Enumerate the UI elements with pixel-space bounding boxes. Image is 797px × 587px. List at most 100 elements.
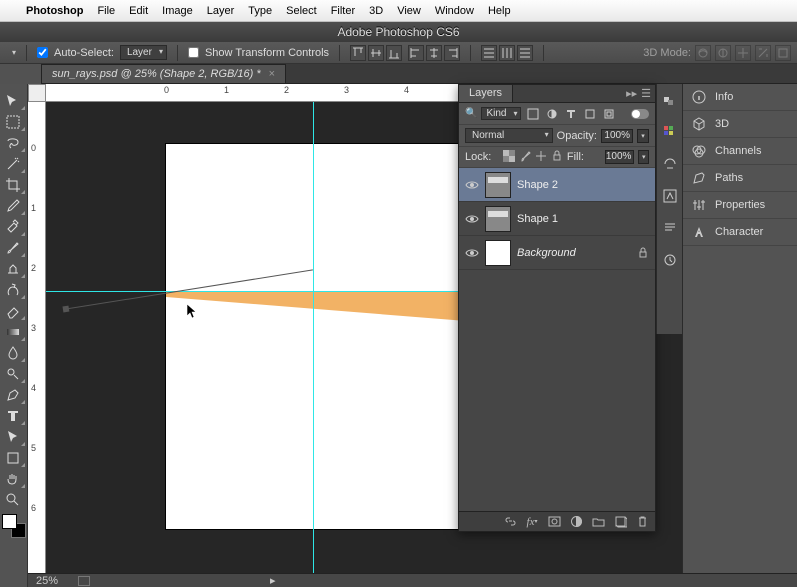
threed-pan-button[interactable] [735, 45, 751, 61]
new-layer-button[interactable] [613, 515, 627, 529]
link-layers-button[interactable] [503, 515, 517, 529]
menu-layer[interactable]: Layer [207, 5, 235, 17]
threed-slide-button[interactable] [755, 45, 771, 61]
close-tab-button[interactable]: × [269, 68, 275, 80]
opacity-dropdown-button[interactable]: ▾ [637, 129, 649, 143]
pen-tool[interactable] [0, 384, 26, 405]
paths-panel-tab[interactable]: Paths [683, 165, 797, 192]
menu-type[interactable]: Type [248, 5, 272, 17]
history-panel-icon[interactable] [660, 250, 680, 270]
filter-pixel-button[interactable] [525, 106, 540, 121]
layer-background[interactable]: Background [459, 236, 655, 270]
align-left-edges-button[interactable] [408, 45, 424, 61]
clone-stamp-tool[interactable] [0, 258, 26, 279]
rectangle-tool[interactable] [0, 447, 26, 468]
filter-shape-button[interactable] [582, 106, 597, 121]
layers-tab[interactable]: Layers [459, 85, 513, 102]
layer-name[interactable]: Background [517, 247, 576, 259]
path-selection-tool[interactable] [0, 426, 26, 447]
filter-smart-button[interactable] [601, 106, 616, 121]
color-panel-icon[interactable] [660, 90, 680, 110]
dodge-tool[interactable] [0, 363, 26, 384]
threed-panel-tab[interactable]: 3D [683, 111, 797, 138]
eyedropper-tool[interactable] [0, 195, 26, 216]
menu-select[interactable]: Select [286, 5, 317, 17]
layer-shape-2[interactable]: Shape 2 [459, 168, 655, 202]
menu-help[interactable]: Help [488, 5, 511, 17]
delete-layer-button[interactable] [635, 515, 649, 529]
align-right-edges-button[interactable] [444, 45, 460, 61]
layer-shape-1[interactable]: Shape 1 [459, 202, 655, 236]
guide-vertical-ext[interactable] [313, 102, 314, 573]
type-tool[interactable] [0, 405, 26, 426]
new-adjustment-button[interactable] [569, 515, 583, 529]
layer-thumbnail[interactable] [485, 172, 511, 198]
menu-view[interactable]: View [397, 5, 421, 17]
color-swatches[interactable] [2, 514, 26, 538]
move-tool[interactable] [0, 90, 26, 111]
menu-filter[interactable]: Filter [331, 5, 355, 17]
align-vcenter-button[interactable] [368, 45, 384, 61]
threed-orbit-button[interactable] [695, 45, 711, 61]
layer-name[interactable]: Shape 2 [517, 179, 558, 191]
distribute-bottom-button[interactable] [517, 45, 533, 61]
lock-position-button[interactable] [535, 150, 547, 164]
new-group-button[interactable] [591, 515, 605, 529]
lock-all-button[interactable] [551, 150, 563, 164]
status-disclosure-button[interactable]: ▸ [270, 574, 276, 587]
panel-menu-button[interactable]: ☰ [641, 87, 651, 100]
align-hcenter-button[interactable] [426, 45, 442, 61]
opacity-field[interactable]: 100% [601, 129, 633, 143]
ruler-vertical[interactable]: 0 1 2 3 4 5 6 [28, 102, 46, 573]
hand-tool[interactable] [0, 468, 26, 489]
character-panel-tab[interactable]: Character [683, 219, 797, 246]
visibility-toggle[interactable] [465, 246, 479, 260]
visibility-toggle[interactable] [465, 178, 479, 192]
history-brush-tool[interactable] [0, 279, 26, 300]
gradient-tool[interactable] [0, 321, 26, 342]
filter-toggle-switch[interactable] [631, 109, 649, 119]
threed-roll-button[interactable] [715, 45, 731, 61]
collapse-panel-button[interactable]: ▸▸ [626, 87, 637, 100]
layer-mask-button[interactable] [547, 515, 561, 529]
app-menu[interactable]: Photoshop [26, 5, 83, 17]
auto-select-checkbox[interactable] [37, 47, 48, 58]
threed-scale-button[interactable] [775, 45, 791, 61]
zoom-tool[interactable] [0, 489, 26, 510]
styles-panel-icon[interactable] [660, 186, 680, 206]
distribute-vcenter-button[interactable] [499, 45, 515, 61]
lock-pixels-button[interactable] [519, 150, 531, 164]
swatches-panel-icon[interactable] [660, 122, 680, 142]
filter-kind-dropdown[interactable]: Kind [481, 107, 521, 120]
magic-wand-tool[interactable] [0, 153, 26, 174]
layer-thumbnail[interactable] [485, 240, 511, 266]
menu-3d[interactable]: 3D [369, 5, 383, 17]
menu-file[interactable]: File [97, 5, 115, 17]
ruler-origin[interactable] [28, 84, 46, 102]
filter-adjust-button[interactable] [544, 106, 559, 121]
info-panel-tab[interactable]: Info [683, 84, 797, 111]
properties-panel-tab[interactable]: Properties [683, 192, 797, 219]
auto-select-mode-dropdown[interactable]: Layer [120, 45, 167, 60]
zoom-level[interactable]: 25% [36, 575, 58, 587]
fill-dropdown-button[interactable]: ▾ [638, 150, 649, 164]
marquee-tool[interactable] [0, 111, 26, 132]
lasso-tool[interactable] [0, 132, 26, 153]
blend-mode-dropdown[interactable]: Normal [465, 128, 553, 143]
distribute-top-button[interactable] [481, 45, 497, 61]
lock-transparency-button[interactable] [503, 150, 515, 164]
filter-type-button[interactable] [563, 106, 578, 121]
layer-style-button[interactable]: fx▾ [525, 515, 539, 529]
brush-tool[interactable] [0, 237, 26, 258]
visibility-toggle[interactable] [465, 212, 479, 226]
doc-info-button[interactable] [78, 576, 90, 586]
foreground-color-swatch[interactable] [2, 514, 17, 529]
layer-thumbnail[interactable] [485, 206, 511, 232]
healing-brush-tool[interactable] [0, 216, 26, 237]
paragraph-panel-icon[interactable] [660, 218, 680, 238]
align-bottom-edges-button[interactable] [386, 45, 402, 61]
fill-field[interactable]: 100% [605, 150, 635, 164]
document-canvas[interactable] [166, 144, 466, 529]
layer-name[interactable]: Shape 1 [517, 213, 558, 225]
menu-image[interactable]: Image [162, 5, 193, 17]
